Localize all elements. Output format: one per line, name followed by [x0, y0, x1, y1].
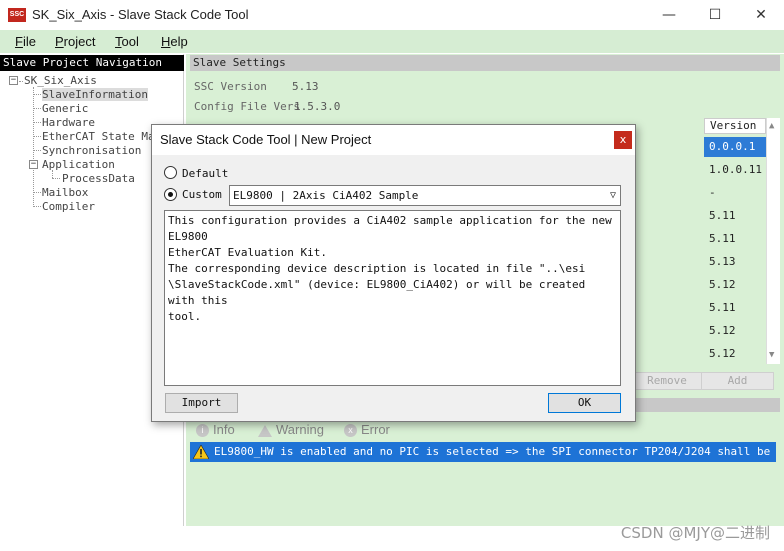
version-cell[interactable]: 5.12: [704, 321, 766, 341]
title-bar: SSC SK_Six_Axis - Slave Stack Code Tool …: [0, 0, 784, 30]
info-icon: i: [196, 424, 209, 438]
warning-icon: [193, 445, 209, 459]
collapse-root-toggle[interactable]: −: [9, 76, 18, 85]
info-tab[interactable]: i Info: [196, 422, 235, 438]
version-cell[interactable]: 5.13: [704, 252, 766, 272]
message-row[interactable]: EL9800_HW is enabled and no PIC is selec…: [190, 442, 776, 462]
custom-radio[interactable]: [164, 188, 177, 201]
tree-item-slaveinformation[interactable]: SlaveInformation: [42, 88, 148, 101]
description-textarea[interactable]: This configuration provides a CiA402 sam…: [164, 210, 621, 386]
version-cell[interactable]: 0.0.0.1: [704, 137, 766, 157]
app-icon: SSC: [8, 8, 26, 22]
collapse-application-toggle[interactable]: −: [29, 160, 38, 169]
version-cell[interactable]: 5.11: [704, 229, 766, 249]
message-tabs: i Info Warning x Error: [190, 420, 780, 440]
menu-project[interactable]: Project: [55, 34, 95, 49]
slave-settings-header: Slave Settings: [190, 55, 780, 71]
watermark: CSDN @MJY@二进制: [620, 524, 770, 542]
tree-item-generic[interactable]: Generic: [42, 102, 88, 115]
ssc-version-value: 5.13: [292, 80, 319, 93]
config-file-label: Config File Vers: [194, 100, 300, 113]
version-cell[interactable]: 5.11: [704, 206, 766, 226]
tree-item-synchronisation[interactable]: Synchronisation: [42, 144, 141, 157]
dialog-close-button[interactable]: x: [614, 131, 632, 149]
close-button[interactable]: ✕: [738, 0, 784, 30]
menu-tool[interactable]: Tool: [115, 34, 139, 49]
message-text: EL9800_HW is enabled and no PIC is selec…: [214, 445, 776, 458]
version-cell[interactable]: -: [704, 183, 766, 203]
dialog-title-bar: Slave Stack Code Tool | New Project x: [152, 125, 635, 155]
tree-item-state-machine[interactable]: EtherCAT State Mac: [42, 130, 161, 143]
minimize-button[interactable]: —: [646, 0, 692, 30]
config-select[interactable]: EL9800 | 2Axis CiA402 Sample ▽: [229, 185, 621, 206]
warning-icon: [258, 424, 272, 437]
version-cell[interactable]: 5.12: [704, 344, 766, 364]
version-column-header[interactable]: Version: [704, 118, 766, 134]
tree-root[interactable]: SK_Six_Axis: [24, 74, 97, 87]
table-scrollbar[interactable]: ▲ ▼: [766, 118, 780, 364]
scroll-up-icon[interactable]: ▲: [769, 121, 774, 131]
menu-file[interactable]: File: [15, 34, 36, 49]
ok-button[interactable]: OK: [548, 393, 621, 413]
config-select-value: EL9800 | 2Axis CiA402 Sample: [233, 189, 419, 202]
add-button[interactable]: Add: [701, 372, 774, 390]
tree-item-processdata[interactable]: ProcessData: [62, 172, 135, 185]
error-tab[interactable]: x Error: [344, 422, 390, 438]
import-button[interactable]: Import: [165, 393, 238, 413]
ssc-version-label: SSC Version: [194, 80, 267, 93]
new-project-dialog: Slave Stack Code Tool | New Project x De…: [151, 124, 636, 422]
custom-label[interactable]: Custom: [182, 188, 222, 201]
version-cell[interactable]: 5.11: [704, 298, 766, 318]
config-file-value: 1.5.3.0: [294, 100, 341, 113]
dialog-title: Slave Stack Code Tool | New Project: [160, 132, 372, 147]
version-cell[interactable]: 1.0.0.11: [704, 160, 766, 180]
tree-item-mailbox[interactable]: Mailbox: [42, 186, 88, 199]
default-radio[interactable]: [164, 166, 177, 179]
tree-item-compiler[interactable]: Compiler: [42, 200, 95, 213]
navigation-header: Slave Project Navigation: [0, 55, 184, 71]
menu-bar: File Project Tool Help: [0, 30, 784, 53]
error-icon: x: [344, 424, 357, 438]
scroll-down-icon[interactable]: ▼: [769, 350, 774, 360]
maximize-button[interactable]: ☐: [692, 0, 738, 30]
default-label[interactable]: Default: [182, 167, 228, 180]
chevron-down-icon[interactable]: ▽: [610, 186, 616, 205]
remove-button[interactable]: Remove: [632, 372, 702, 390]
window-title: SK_Six_Axis - Slave Stack Code Tool: [32, 7, 249, 22]
version-cell[interactable]: 5.12: [704, 275, 766, 295]
menu-help[interactable]: Help: [161, 34, 188, 49]
tree-item-hardware[interactable]: Hardware: [42, 116, 95, 129]
warning-tab[interactable]: Warning: [258, 422, 324, 437]
